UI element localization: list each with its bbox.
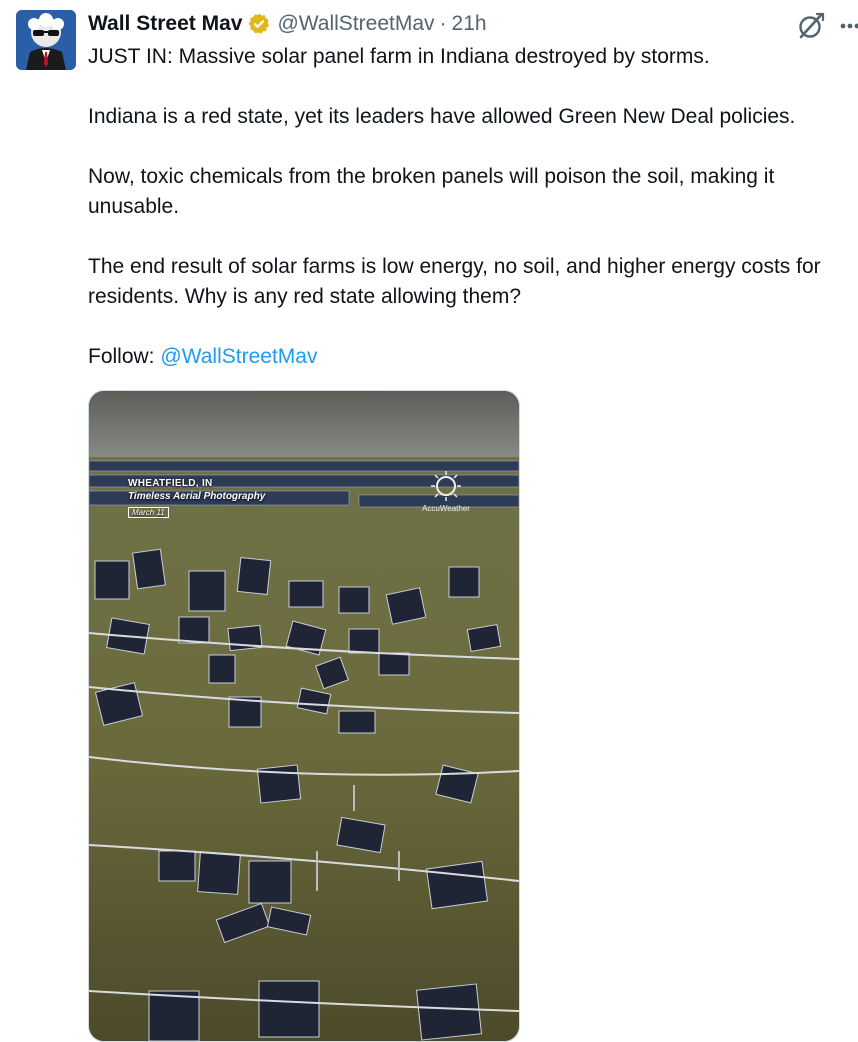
accuweather-watermark: AccuWeather — [418, 470, 474, 513]
media-overlay-caption: WHEATFIELD, IN Timeless Aerial Photograp… — [128, 478, 265, 520]
overlay-credit: Timeless Aerial Photography — [128, 491, 265, 502]
author-name[interactable]: Wall Street Mav — [88, 12, 242, 36]
separator-dot: · — [440, 12, 447, 36]
overlay-location: WHEATFIELD, IN — [128, 478, 265, 489]
watermark-label: AccuWeather — [418, 504, 474, 513]
avatar-image — [16, 10, 76, 70]
more-icon[interactable] — [838, 10, 858, 42]
follow-label: Follow: — [88, 345, 155, 368]
follow-line: Follow: @WallStreetMav — [88, 342, 858, 372]
tweet-paragraph: Indiana is a red state, yet its leaders … — [88, 102, 858, 132]
tweet-paragraph: The end result of solar farms is low ene… — [88, 252, 858, 312]
overlay-date: March 11 — [128, 507, 169, 518]
tweet-text: JUST IN: Massive solar panel farm in Ind… — [88, 42, 858, 372]
avatar[interactable] — [16, 10, 76, 70]
verified-badge-icon[interactable] — [247, 12, 271, 36]
sun-icon — [430, 470, 462, 502]
mention-link[interactable]: @WallStreetMav — [160, 345, 317, 368]
grok-icon[interactable] — [795, 10, 827, 42]
author-handle[interactable]: @WallStreetMav — [277, 12, 434, 36]
tweet-paragraph: Now, toxic chemicals from the broken pan… — [88, 162, 858, 222]
tweet-timestamp[interactable]: 21h — [452, 12, 487, 36]
tweet-header: Wall Street Mav @WallStreetMav · 21h — [88, 8, 487, 40]
tweet-paragraph: JUST IN: Massive solar panel farm in Ind… — [88, 42, 858, 72]
